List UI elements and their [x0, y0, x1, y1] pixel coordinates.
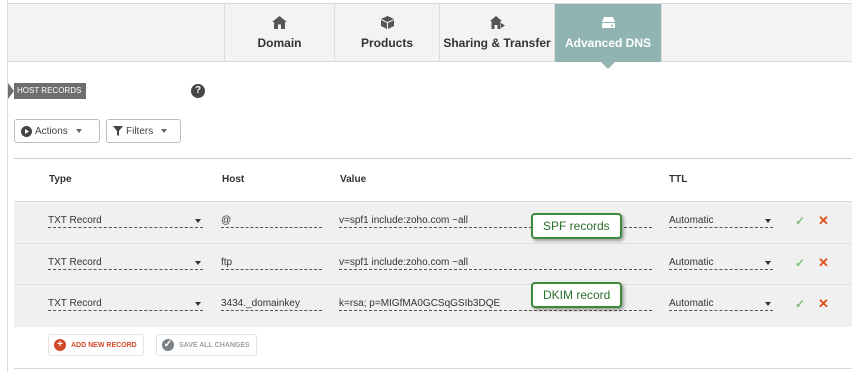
- delete-row-close-icon[interactable]: ✕: [818, 213, 829, 229]
- tab-divider: [661, 4, 662, 62]
- play-circle-icon: [21, 125, 32, 137]
- chevron-down-icon: [195, 302, 201, 306]
- server-icon: [601, 17, 615, 28]
- help-icon[interactable]: ?: [191, 84, 205, 98]
- save-row-check-icon[interactable]: ✓: [795, 297, 805, 311]
- delete-row-close-icon[interactable]: ✕: [818, 255, 829, 271]
- record-type-select[interactable]: TXT Record: [48, 214, 203, 228]
- plus-circle-icon: +: [54, 339, 66, 351]
- save-all-changes-label: SAVE ALL CHANGES: [179, 341, 250, 349]
- dkim-record-callout: DKIM record: [531, 282, 623, 308]
- spf-records-callout: SPF records: [531, 213, 622, 239]
- row-divider: [14, 243, 852, 244]
- row-divider: [14, 284, 852, 285]
- ttl-value: Automatic: [669, 298, 714, 309]
- tab-label: Sharing & Transfer: [443, 36, 551, 50]
- tab-label: Products: [360, 36, 413, 50]
- record-type-select[interactable]: TXT Record: [48, 256, 203, 270]
- actions-label: Actions: [35, 125, 68, 137]
- box-icon: [380, 16, 394, 29]
- chevron-down-icon: [195, 261, 201, 265]
- value-input[interactable]: v=spf1 include:zoho.com ~all: [339, 256, 652, 270]
- domain-tab-bar: Domain Products Sharing & Transfer Advan…: [8, 4, 852, 69]
- record-type-value: TXT Record: [48, 257, 102, 268]
- ttl-select[interactable]: Automatic: [669, 297, 773, 311]
- chevron-down-icon: [765, 261, 771, 265]
- add-new-record-button[interactable]: + ADD NEW RECORD: [48, 334, 144, 356]
- chevron-down-icon: [765, 219, 771, 223]
- save-row-check-icon[interactable]: ✓: [795, 256, 805, 270]
- chevron-down-icon: [161, 129, 168, 133]
- section-label: HOST RECORDS: [14, 83, 87, 99]
- house-icon: [272, 16, 287, 29]
- filters-dropdown[interactable]: Filters: [106, 119, 181, 143]
- tab-advanced-dns[interactable]: Advanced DNS: [554, 4, 661, 69]
- check-circle-icon: ✓: [162, 339, 174, 351]
- ttl-value: Automatic: [669, 215, 714, 226]
- host-input[interactable]: 3434._domainkey: [221, 297, 322, 311]
- tab-label: Advanced DNS: [564, 36, 652, 50]
- filters-label: Filters: [126, 125, 154, 137]
- record-type-value: TXT Record: [48, 298, 102, 309]
- chevron-down-icon: [195, 219, 201, 223]
- ttl-select[interactable]: Automatic: [669, 214, 773, 228]
- host-input[interactable]: ftp: [221, 256, 322, 270]
- host-input[interactable]: @: [221, 214, 322, 228]
- column-header-host: Host: [222, 174, 245, 185]
- tab-label: Domain: [257, 36, 302, 50]
- record-type-value: TXT Record: [48, 215, 102, 226]
- tab-domain[interactable]: Domain: [224, 4, 334, 62]
- save-all-changes-button[interactable]: ✓ SAVE ALL CHANGES: [156, 334, 257, 356]
- column-header-ttl: TTL: [669, 174, 688, 185]
- chevron-down-icon: [75, 129, 82, 133]
- tab-products[interactable]: Products: [334, 4, 439, 62]
- filter-icon: [113, 126, 123, 136]
- delete-row-close-icon[interactable]: ✕: [818, 296, 829, 312]
- actions-dropdown[interactable]: Actions: [14, 119, 100, 143]
- column-header-type: Type: [49, 174, 72, 185]
- record-type-select[interactable]: TXT Record: [48, 297, 203, 311]
- host-records-heading: HOST RECORDS: [8, 83, 87, 99]
- column-header-value: Value: [340, 174, 367, 185]
- table-header: Type Host Value TTL: [14, 159, 852, 201]
- house-arrow-icon: [489, 16, 505, 29]
- add-new-record-label: ADD NEW RECORD: [71, 341, 137, 349]
- chevron-down-icon: [765, 302, 771, 306]
- ttl-select[interactable]: Automatic: [669, 256, 773, 270]
- ttl-value: Automatic: [669, 257, 714, 268]
- tab-sharing-transfer[interactable]: Sharing & Transfer: [439, 4, 554, 62]
- bottom-divider: [14, 368, 852, 369]
- save-row-check-icon[interactable]: ✓: [795, 214, 805, 228]
